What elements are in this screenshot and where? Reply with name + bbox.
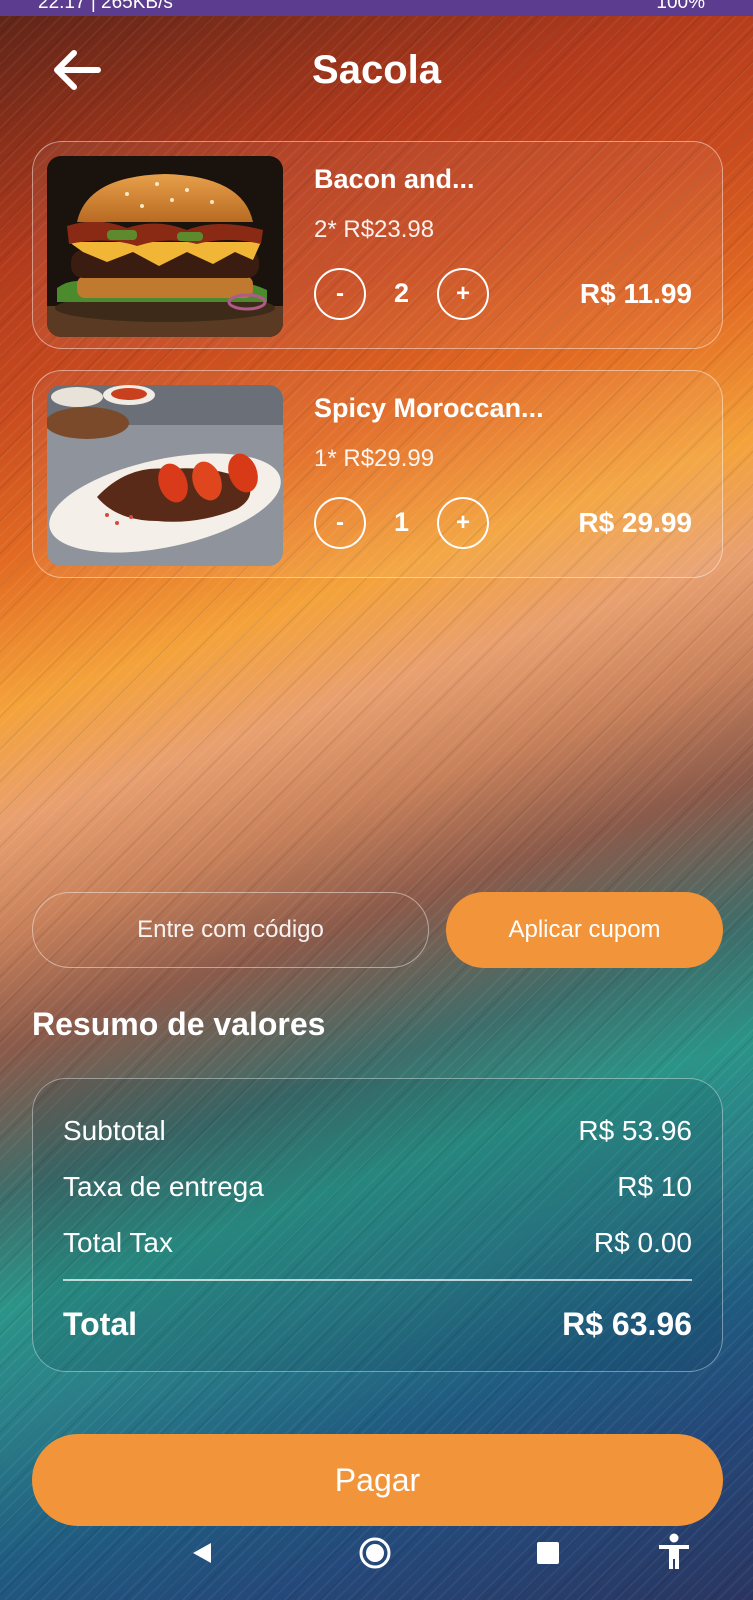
- nav-back-button[interactable]: [191, 1541, 213, 1570]
- decrease-quantity-button[interactable]: -: [314, 497, 366, 549]
- total-label: Total: [63, 1306, 138, 1342]
- increase-quantity-button[interactable]: +: [437, 497, 489, 549]
- pay-button[interactable]: Pagar: [32, 1434, 723, 1526]
- item-name: Bacon and...: [314, 164, 475, 194]
- accessibility-button[interactable]: [657, 1533, 691, 1576]
- battery-level: 100%: [656, 0, 705, 13]
- status-time: 22:17 | 265KB/s: [38, 0, 173, 13]
- nav-home-icon: [359, 1537, 391, 1569]
- total-value: R$ 63.96: [562, 1306, 692, 1342]
- tax-label: Total Tax: [63, 1227, 173, 1258]
- tax-value: R$ 0.00: [593, 1227, 692, 1258]
- cart-item: Bacon and... 2* R$23.98 - 2 + R$ 11.99: [32, 141, 723, 349]
- grilled-meat-photo: [47, 385, 283, 566]
- quantity-value: 1: [393, 507, 410, 537]
- summary-title: Resumo de valores: [32, 1006, 326, 1042]
- item-price: R$ 29.99: [578, 507, 692, 538]
- decrease-quantity-button[interactable]: -: [314, 268, 366, 320]
- item-price: R$ 11.99: [579, 278, 692, 309]
- status-bar: 22:17 | 265KB/s 100%: [0, 0, 753, 16]
- quantity-value: 2: [393, 278, 410, 308]
- nav-home-button[interactable]: [358, 1536, 392, 1575]
- apply-coupon-button[interactable]: Aplicar cupom: [446, 892, 723, 968]
- item-unit-price: 2* R$23.98: [314, 216, 435, 243]
- burger-photo: [47, 156, 283, 337]
- nav-recents-button[interactable]: [537, 1542, 559, 1569]
- tax-row: Total Tax R$ 0.00: [63, 1227, 692, 1259]
- nav-recents-icon: [537, 1542, 559, 1564]
- summary-card: Subtotal R$ 53.96 Taxa de entrega R$ 10 …: [32, 1078, 723, 1372]
- delivery-fee-value: R$ 10: [617, 1171, 692, 1202]
- page-title: Sacola: [312, 48, 441, 92]
- total-row: Total R$ 63.96: [63, 1306, 692, 1343]
- item-unit-price: 1* R$29.99: [314, 445, 435, 472]
- delivery-fee-label: Taxa de entrega: [63, 1171, 264, 1202]
- subtotal-row: Subtotal R$ 53.96: [63, 1115, 692, 1147]
- subtotal-label: Subtotal: [63, 1115, 166, 1146]
- accessibility-icon: [659, 1533, 689, 1569]
- coupon-code-input[interactable]: [32, 892, 429, 968]
- item-name: Spicy Moroccan...: [314, 393, 544, 423]
- cart-item: Spicy Moroccan... 1* R$29.99 - 1 + R$ 29…: [32, 370, 723, 578]
- nav-back-icon: [193, 1543, 211, 1563]
- subtotal-value: R$ 53.96: [578, 1115, 692, 1146]
- summary-divider: [63, 1279, 692, 1281]
- increase-quantity-button[interactable]: +: [437, 268, 489, 320]
- delivery-fee-row: Taxa de entrega R$ 10: [63, 1171, 692, 1203]
